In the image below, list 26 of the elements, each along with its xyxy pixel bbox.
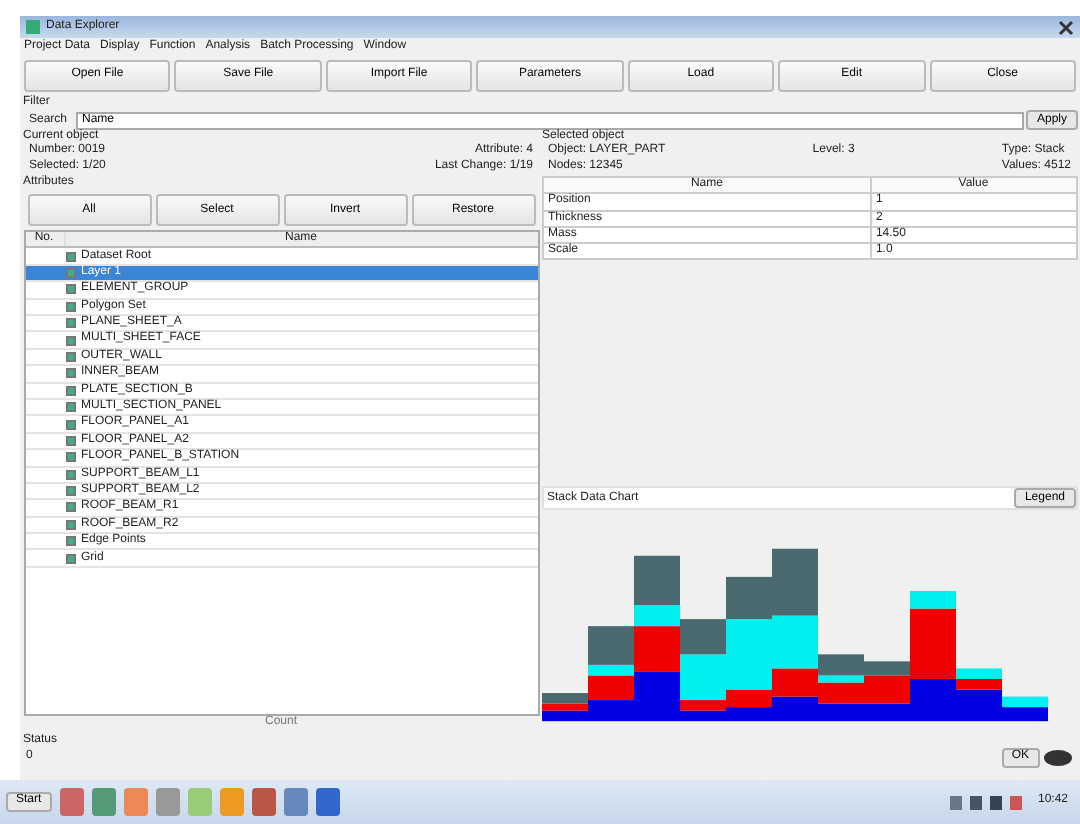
checkbox[interactable]	[65, 435, 75, 446]
checkbox[interactable]	[65, 402, 75, 413]
checkbox[interactable]	[65, 251, 75, 262]
app-icon[interactable]	[283, 788, 308, 816]
checkbox[interactable]	[65, 301, 75, 312]
checkbox[interactable]	[65, 469, 75, 480]
checkbox[interactable]	[65, 419, 75, 430]
checkbox[interactable]	[65, 284, 75, 295]
close-icon[interactable]	[1058, 19, 1074, 35]
checkbox[interactable]	[65, 502, 75, 513]
app-icon	[26, 20, 40, 34]
app-icon[interactable]	[59, 788, 84, 816]
checkbox[interactable]	[65, 519, 75, 530]
checkbox[interactable]	[65, 268, 75, 279]
checkbox[interactable]	[65, 351, 75, 362]
checkbox[interactable]	[65, 368, 75, 379]
app-icon[interactable]	[91, 788, 116, 816]
checkbox[interactable]	[65, 536, 75, 547]
app-icon[interactable]	[315, 788, 340, 816]
checkbox[interactable]	[65, 486, 75, 497]
checkbox[interactable]	[65, 318, 75, 329]
checkbox[interactable]	[65, 335, 75, 346]
checkbox[interactable]	[65, 553, 75, 564]
checkbox[interactable]	[65, 452, 75, 463]
app-icon[interactable]	[251, 788, 276, 816]
checkbox[interactable]	[65, 385, 75, 396]
